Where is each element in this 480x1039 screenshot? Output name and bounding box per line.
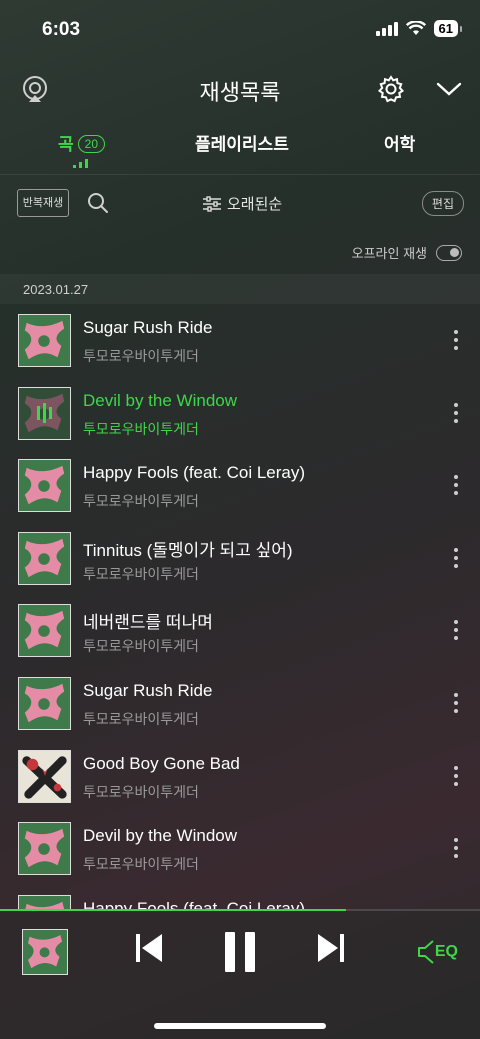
speaker-icon [417, 940, 434, 964]
song-artist: 투모로우바이투게더 [83, 348, 199, 364]
song-row[interactable]: Happy Fools (feat. Coi Leray) 투모로우바이투게더 [0, 449, 480, 522]
more-options-icon[interactable] [454, 330, 458, 354]
song-row[interactable]: Happy Fools (feat. Coi Leray)투모로우바이투게더 [0, 885, 480, 909]
song-title: Devil by the Window [83, 390, 238, 410]
album-art [18, 314, 71, 367]
battery-indicator: 61 [433, 20, 463, 37]
song-artist: 투모로우바이투게더 [83, 711, 199, 727]
song-count-badge: 20 [77, 135, 105, 153]
next-track-icon[interactable] [316, 931, 346, 965]
more-options-icon[interactable] [454, 620, 458, 644]
song-title: Happy Fools (feat. Coi Leray) [83, 463, 306, 483]
status-bar: 6:03 61 [0, 0, 480, 60]
status-time: 6:03 [42, 19, 81, 40]
progress-bar[interactable] [0, 909, 480, 911]
song-title: Tinnitus (돌멩이가 되고 싶어) [83, 540, 293, 560]
sort-button[interactable]: 오래된순 [203, 193, 282, 214]
settings-gear-icon[interactable] [376, 74, 406, 104]
wifi-icon [405, 21, 426, 35]
song-artist: 투모로우바이투게더 [83, 565, 199, 582]
edit-button[interactable]: 편집 [421, 191, 464, 216]
song-artist: 투모로우바이투게더 [83, 493, 199, 510]
repeat-button[interactable]: 반복재생 [17, 189, 69, 217]
more-options-icon[interactable] [454, 547, 458, 572]
song-artist: 투모로우바이투게더 [83, 783, 199, 800]
date-group-header: 2023.01.27 [0, 274, 480, 304]
album-art [18, 459, 71, 513]
header: 재생목록 [0, 60, 480, 120]
home-indicator[interactable] [154, 1023, 326, 1029]
signal-icon [375, 21, 398, 36]
album-art [18, 894, 71, 909]
more-options-icon[interactable] [454, 765, 458, 790]
tab-bar: 곡 20 플레이리스트 어학 [0, 120, 480, 175]
offline-play-label: 오프라인 재생 [351, 246, 427, 261]
song-title: Sugar Rush Ride [83, 681, 213, 700]
album-art [18, 822, 71, 876]
song-row[interactable]: Devil by the Window 투모로우바이투게더 [0, 812, 480, 885]
pause-icon[interactable] [222, 931, 258, 973]
page-title: 재생목록 [199, 80, 281, 105]
chevron-down-icon[interactable] [434, 74, 464, 104]
tab-songs-label: 곡 [58, 135, 74, 154]
song-artist: 투모로우바이투게더 [83, 638, 199, 655]
offline-play-row: 오프라인 재생 [352, 243, 462, 262]
song-row[interactable]: 네버랜드를 떠나며투모로우바이투게더 [0, 594, 480, 667]
song-list: Sugar Rush Ride 투모로우바이투게더 Devil by the Win… [0, 304, 480, 909]
song-title: 네버랜드를 떠나며 [83, 613, 213, 633]
offline-play-toggle[interactable] [436, 244, 462, 261]
mini-player: EQ [0, 909, 480, 1039]
more-options-icon[interactable] [454, 838, 458, 862]
tab-songs[interactable]: 곡 20 [58, 130, 105, 155]
sort-label: 오래된순 [227, 196, 283, 213]
album-art [18, 386, 71, 440]
more-options-icon[interactable] [454, 693, 458, 717]
song-row[interactable]: Good Boy Gone Bad 투모로우바이투게더 [0, 740, 480, 813]
previous-track-icon[interactable] [134, 931, 164, 965]
song-row[interactable]: Tinnitus (돌멩이가 되고 싶어) 투모로우바이투게더 [0, 522, 480, 595]
song-row[interactable]: Sugar Rush Ride 투모로우바이투게더 [0, 304, 480, 377]
player-album-art[interactable] [22, 929, 68, 975]
album-art [18, 749, 71, 803]
song-row[interactable]: Sugar Rush Ride 투모로우바이투게더 [0, 667, 480, 740]
more-options-icon[interactable] [454, 402, 458, 427]
song-title: Good Boy Gone Bad [83, 753, 240, 773]
now-playing-overlay-icon [19, 387, 70, 439]
now-playing-bars-icon [73, 159, 88, 168]
eq-label: EQ [434, 943, 458, 960]
tab-playlist[interactable]: 플레이리스트 [195, 130, 289, 155]
sort-sliders-icon [203, 195, 221, 212]
song-row[interactable]: Devil by the Window 투모로우바이투게더 [0, 377, 480, 450]
song-title: Devil by the Window [83, 826, 238, 846]
album-art [18, 677, 71, 730]
song-artist: 투모로우바이투게더 [83, 856, 199, 873]
more-options-icon[interactable] [454, 475, 458, 499]
tab-language[interactable]: 어학 [384, 130, 415, 155]
album-art [18, 604, 71, 658]
song-artist: 투모로우바이투게더 [83, 420, 199, 437]
progress-fill [0, 909, 346, 911]
song-title: Sugar Rush Ride [83, 318, 213, 337]
album-art [18, 531, 71, 585]
eq-button[interactable]: EQ [417, 939, 458, 965]
date-label: 2023.01.27 [23, 282, 89, 297]
status-icons: 61 [375, 20, 463, 37]
list-toolbar: 반복재생 오래된순 편집 [0, 175, 480, 233]
song-title: Happy Fools (feat. Coi Leray) [83, 898, 306, 909]
search-icon[interactable] [87, 192, 109, 214]
